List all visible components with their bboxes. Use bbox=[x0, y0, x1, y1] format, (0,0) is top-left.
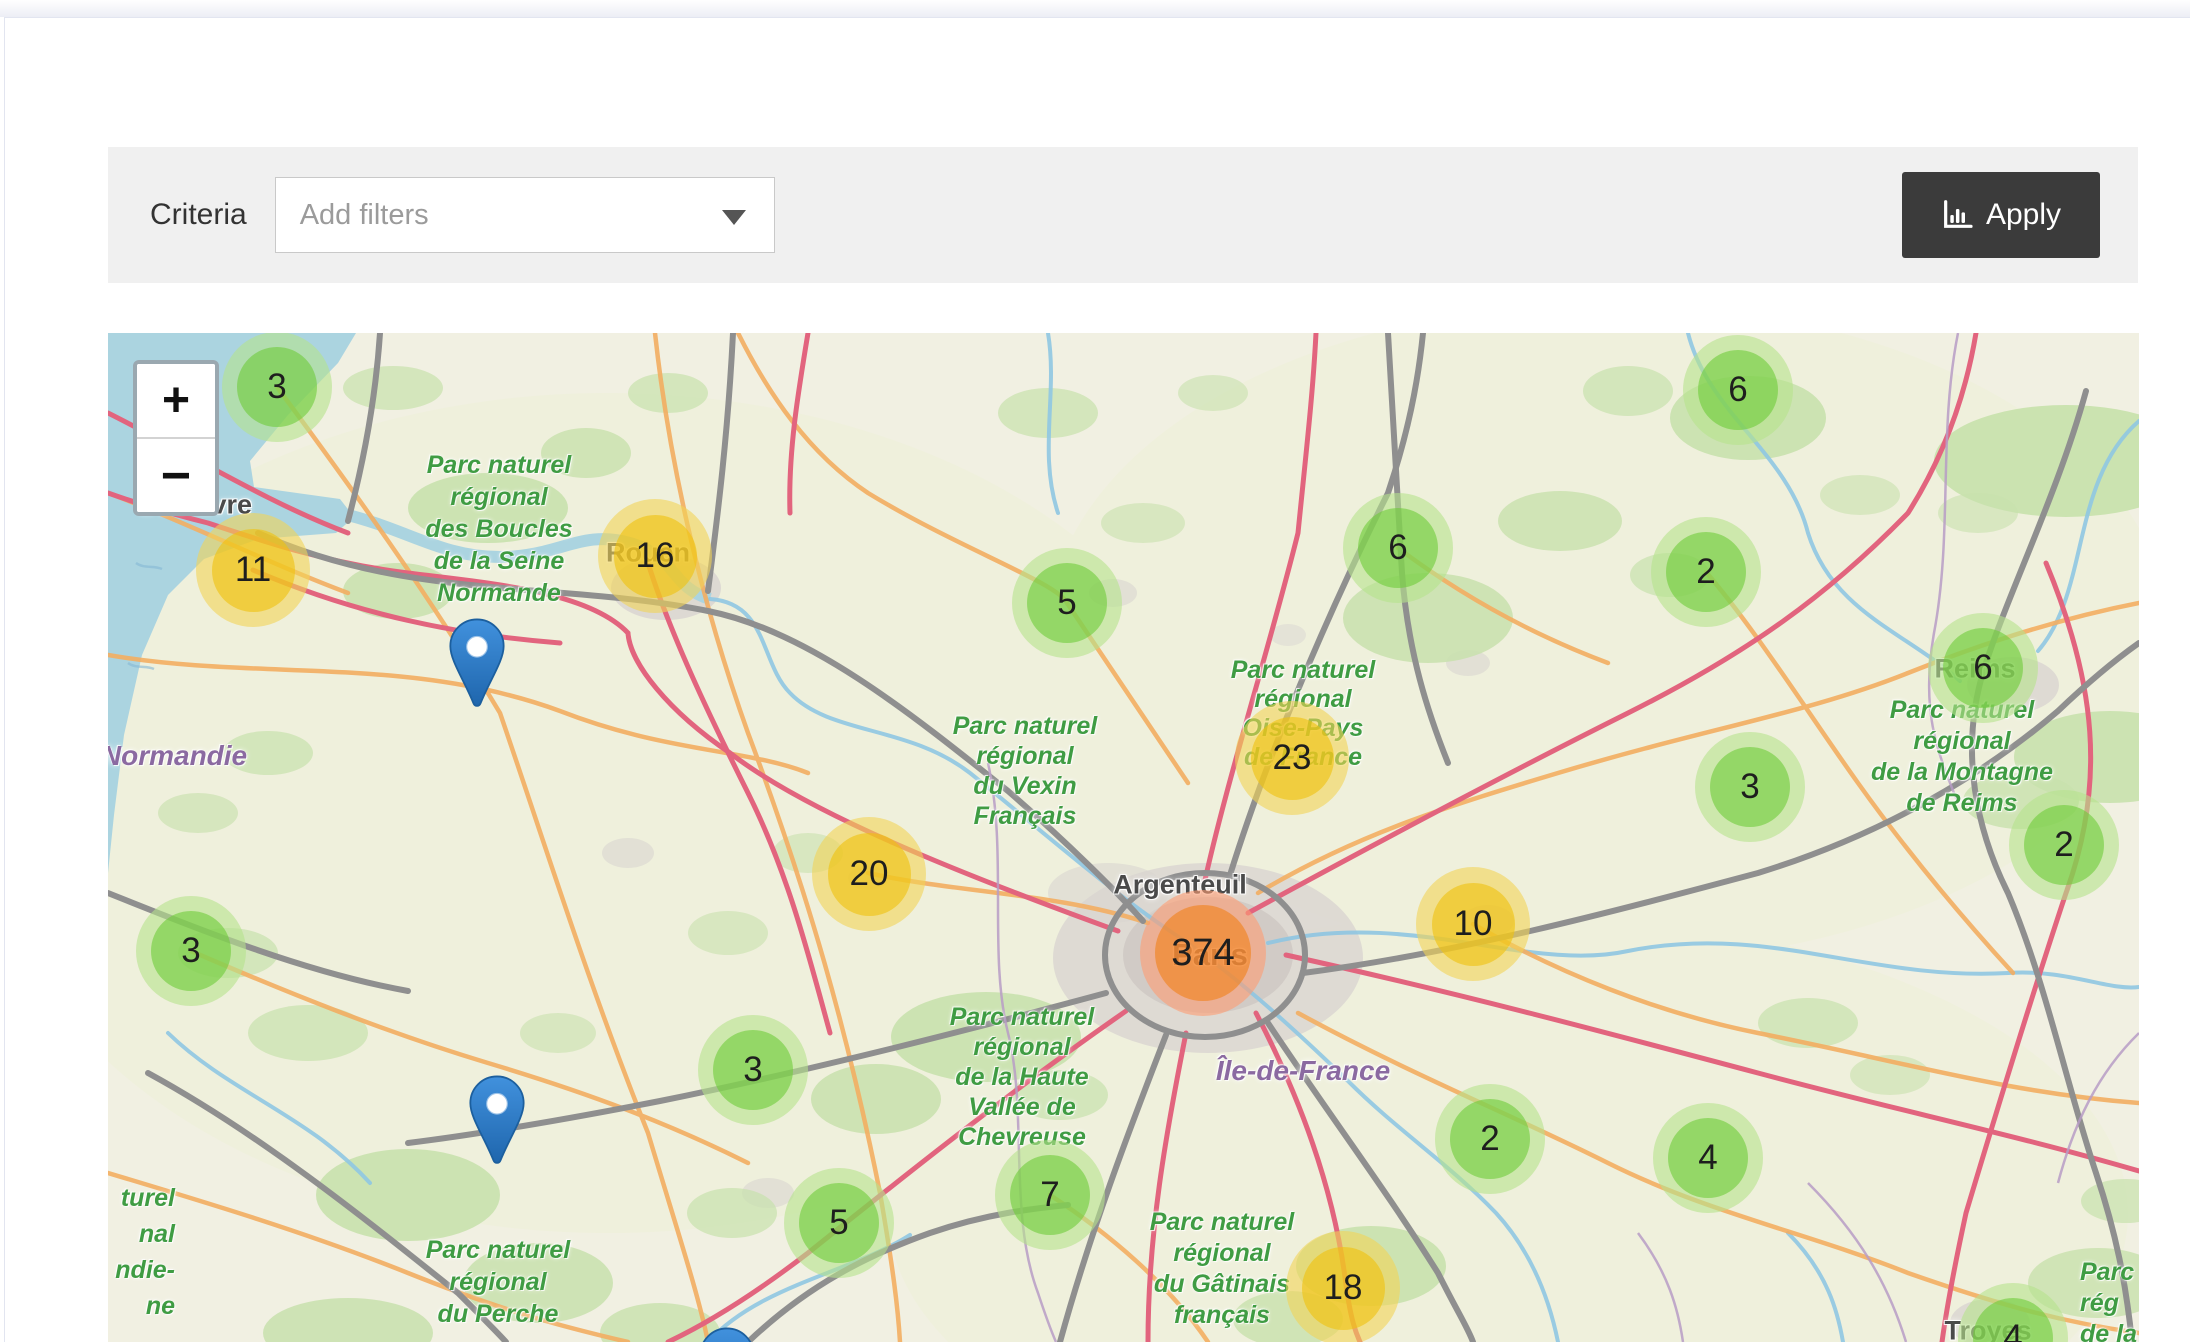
cluster-marker-4[interactable]: 4 bbox=[1958, 1283, 2068, 1342]
cluster-count: 10 bbox=[1432, 883, 1515, 966]
apply-button[interactable]: Apply bbox=[1902, 172, 2100, 258]
cluster-marker-23[interactable]: 23 bbox=[1235, 701, 1349, 815]
cluster-marker-3[interactable]: 3 bbox=[1695, 732, 1805, 842]
cluster-marker-16[interactable]: 16 bbox=[598, 499, 712, 613]
cluster-marker-10[interactable]: 10 bbox=[1416, 867, 1530, 981]
add-filters-placeholder: Add filters bbox=[300, 199, 429, 232]
cluster-count: 3 bbox=[713, 1030, 793, 1110]
cluster-marker-2[interactable]: 2 bbox=[2009, 790, 2119, 900]
cluster-count-value: 7 bbox=[1040, 1175, 1059, 1215]
cluster-count: 5 bbox=[1027, 563, 1107, 643]
cluster-count-value: 23 bbox=[1273, 738, 1312, 778]
cluster-count-value: 4 bbox=[1698, 1138, 1717, 1178]
criteria-bar: Criteria Add filters Apply bbox=[108, 147, 2138, 283]
cluster-marker-5[interactable]: 5 bbox=[1012, 548, 1122, 658]
cluster-count-value: 2 bbox=[1480, 1119, 1499, 1159]
cluster-count: 6 bbox=[1698, 350, 1778, 430]
cluster-marker-3[interactable]: 3 bbox=[698, 1015, 808, 1125]
map-pin[interactable] bbox=[699, 1327, 755, 1342]
cluster-count: 23 bbox=[1251, 717, 1334, 800]
cluster-count: 6 bbox=[1358, 508, 1438, 588]
cluster-count-value: 2 bbox=[1696, 552, 1715, 592]
map-pin[interactable] bbox=[449, 618, 505, 715]
cluster-count-value: 3 bbox=[743, 1050, 762, 1090]
cluster-count-value: 6 bbox=[1728, 370, 1747, 410]
cluster-marker-374[interactable]: 374 bbox=[1140, 890, 1266, 1016]
cluster-marker-20[interactable]: 20 bbox=[812, 817, 926, 931]
chevron-down-icon bbox=[722, 210, 746, 225]
pin-icon bbox=[469, 1075, 525, 1167]
cluster-count: 18 bbox=[1302, 1247, 1385, 1330]
map[interactable]: Le HavreRouenArgenteuilParisReimsTroyesN… bbox=[108, 333, 2139, 1342]
cluster-count: 374 bbox=[1155, 905, 1251, 1001]
cluster-count: 11 bbox=[212, 529, 295, 612]
cluster-count-value: 3 bbox=[1740, 767, 1759, 807]
top-strip bbox=[0, 0, 2190, 17]
cluster-count-value: 6 bbox=[1388, 528, 1407, 568]
cluster-count-value: 20 bbox=[850, 854, 889, 894]
add-filters-dropdown[interactable]: Add filters bbox=[275, 177, 775, 253]
cluster-marker-4[interactable]: 4 bbox=[1653, 1103, 1763, 1213]
cluster-count: 6 bbox=[1943, 628, 2023, 708]
criteria-label: Criteria bbox=[150, 198, 247, 232]
cluster-marker-2[interactable]: 2 bbox=[1435, 1084, 1545, 1194]
cluster-marker-3[interactable]: 3 bbox=[136, 896, 246, 1006]
cluster-count: 4 bbox=[1973, 1298, 2053, 1342]
cluster-count-value: 18 bbox=[1324, 1268, 1363, 1308]
cluster-count: 20 bbox=[828, 833, 911, 916]
cluster-count-value: 4 bbox=[2003, 1318, 2022, 1342]
cluster-count-value: 3 bbox=[181, 931, 200, 971]
pin-icon bbox=[699, 1327, 755, 1342]
cluster-marker-18[interactable]: 18 bbox=[1286, 1231, 1400, 1342]
cluster-count: 2 bbox=[1450, 1099, 1530, 1179]
zoom-out-button[interactable]: − bbox=[137, 437, 215, 512]
cluster-marker-6[interactable]: 6 bbox=[1683, 335, 1793, 445]
cluster-count: 5 bbox=[799, 1183, 879, 1263]
cluster-marker-3[interactable]: 3 bbox=[222, 333, 332, 442]
cluster-count: 3 bbox=[237, 347, 317, 427]
cluster-count: 4 bbox=[1668, 1118, 1748, 1198]
cluster-count-value: 5 bbox=[1057, 583, 1076, 623]
cluster-count: 2 bbox=[2024, 805, 2104, 885]
cluster-marker-6[interactable]: 6 bbox=[1343, 493, 1453, 603]
cluster-count-value: 2 bbox=[2054, 825, 2073, 865]
cluster-marker-6[interactable]: 6 bbox=[1928, 613, 2038, 723]
page: Criteria Add filters Apply bbox=[0, 0, 2190, 1342]
cluster-marker-2[interactable]: 2 bbox=[1651, 517, 1761, 627]
cluster-count: 2 bbox=[1666, 532, 1746, 612]
cluster-count-value: 374 bbox=[1171, 932, 1234, 975]
cluster-marker-7[interactable]: 7 bbox=[995, 1140, 1105, 1250]
pin-icon bbox=[449, 618, 505, 710]
cluster-count: 3 bbox=[1710, 747, 1790, 827]
cluster-marker-11[interactable]: 11 bbox=[196, 513, 310, 627]
cluster-count-value: 10 bbox=[1454, 904, 1493, 944]
map-pin[interactable] bbox=[469, 1075, 525, 1172]
cluster-count-value: 16 bbox=[636, 536, 675, 576]
cluster-count: 7 bbox=[1010, 1155, 1090, 1235]
bar-chart-icon bbox=[1941, 199, 1973, 231]
cluster-count-value: 3 bbox=[267, 367, 286, 407]
cluster-count-value: 11 bbox=[235, 550, 271, 590]
zoom-in-button[interactable]: + bbox=[137, 364, 215, 437]
cluster-marker-5[interactable]: 5 bbox=[784, 1168, 894, 1278]
cluster-count: 16 bbox=[614, 515, 697, 598]
apply-label: Apply bbox=[1986, 198, 2061, 232]
cluster-count: 3 bbox=[151, 911, 231, 991]
map-markers-layer: 3 11 16 5 6 6 2 6 23 3 2 20 10 374 3 3 2 4 7 5 18 4 bbox=[108, 333, 2139, 1342]
zoom-control: + − bbox=[133, 360, 219, 516]
cluster-count-value: 5 bbox=[829, 1203, 848, 1243]
cluster-count-value: 6 bbox=[1973, 648, 1992, 688]
